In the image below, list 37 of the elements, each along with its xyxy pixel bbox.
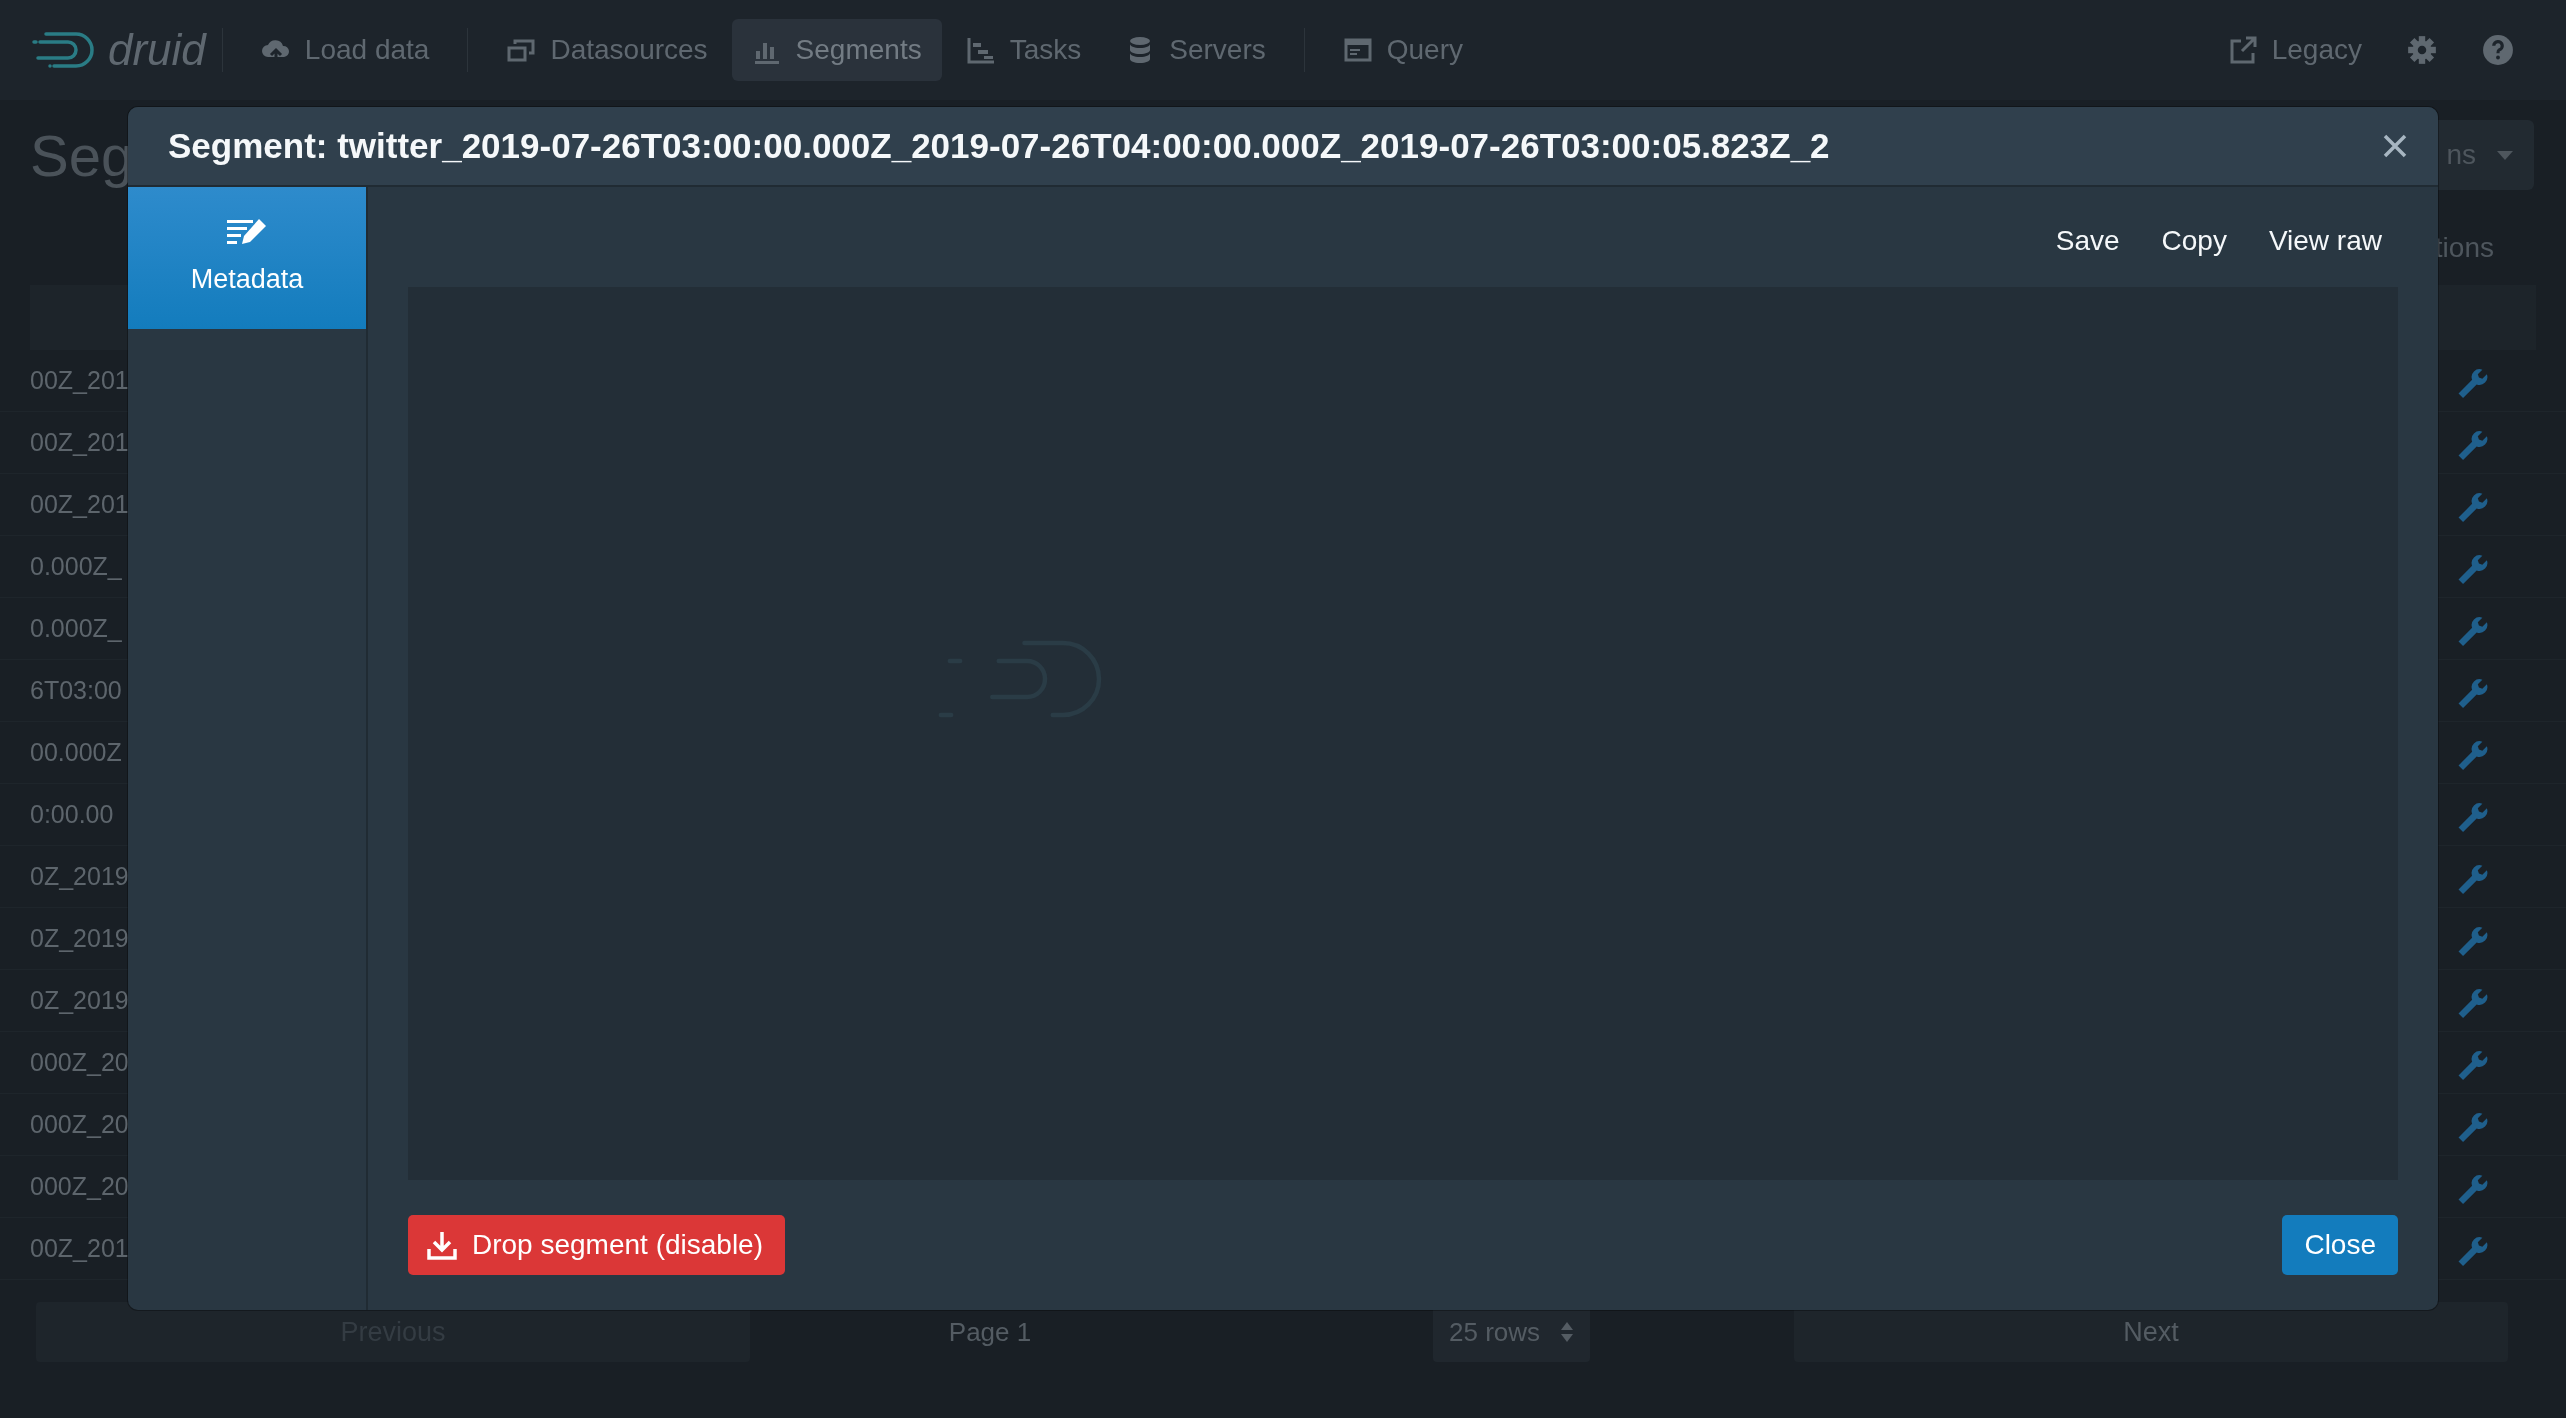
download-icon: [426, 1229, 458, 1261]
nav-item[interactable]: Load data: [240, 19, 450, 81]
caret-icon: [2496, 149, 2514, 161]
settings-icon: [2406, 34, 2438, 66]
gantt-chart-icon: [965, 35, 996, 65]
table-cell-text: 000Z_20: [30, 1108, 129, 1140]
page-indicator: Page 1: [947, 1315, 1033, 1349]
table-cell-text: 00Z_201: [30, 426, 129, 458]
close-dialog-button[interactable]: Close: [2282, 1215, 2398, 1275]
table-cell-text: 00Z_201: [30, 488, 129, 520]
table-cell-text: 00Z_201: [30, 364, 129, 396]
help-icon: [2482, 34, 2514, 66]
table-cell-text: 00.000Z: [30, 736, 122, 768]
table-cell-text: 000Z_20: [30, 1170, 129, 1202]
table-cell-text: 6T03:00: [30, 674, 122, 706]
table-cell-text: 000Z_20: [30, 1046, 129, 1078]
table-cell-text: 0Z_2019: [30, 984, 129, 1016]
table-cell-text: 00Z_201: [30, 1232, 129, 1264]
table-cell-text: 0Z_2019: [30, 860, 129, 892]
legacy-link[interactable]: Legacy: [2207, 19, 2382, 81]
nav-item[interactable]: Tasks: [945, 19, 1102, 81]
table-cell-text: 0.000Z_: [30, 612, 122, 644]
metadata-tab[interactable]: Metadata: [128, 187, 366, 329]
action-button[interactable]: View raw: [2252, 214, 2398, 268]
sort-caret-icon: [1560, 1320, 1575, 1344]
dialog-title: Segment: twitter_2019-07-26T03:00:00.000Z_2019-07-26T04:00:00.000Z_2019-07-26T03:00:05.823Z_2: [168, 124, 1830, 167]
nav-item[interactable]: Query: [1322, 19, 1483, 81]
table-cell-text: 0Z_2019: [30, 922, 129, 954]
drop-segment-button[interactable]: Drop segment (disable): [408, 1215, 786, 1275]
nav-item[interactable]: Segments: [731, 19, 942, 81]
action-button[interactable]: Copy: [2145, 214, 2243, 268]
nav-item[interactable]: Datasources: [486, 19, 728, 81]
logo-text[interactable]: druid: [108, 17, 206, 83]
table-cell-text: 0.000Z_: [30, 550, 122, 582]
table-cell-text: 0:00.00: [30, 798, 114, 830]
action-button[interactable]: Save: [2039, 214, 2136, 268]
nav-item[interactable]: Servers: [1105, 19, 1286, 81]
